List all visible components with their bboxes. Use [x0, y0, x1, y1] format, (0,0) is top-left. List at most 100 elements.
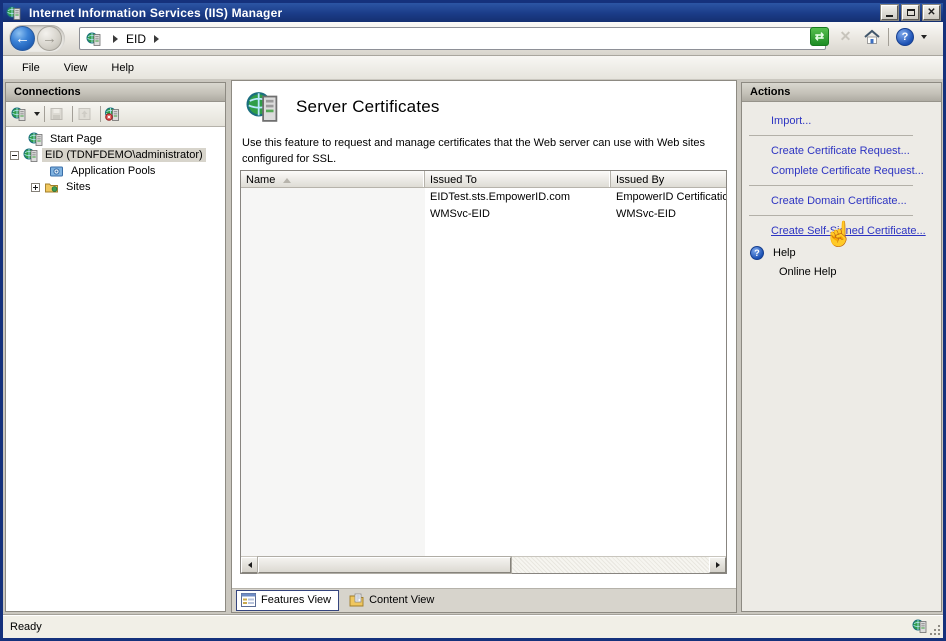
forward-button: →: [37, 26, 62, 51]
column-header-issued-by[interactable]: Issued By: [611, 171, 726, 187]
actions-body: Import... Create Certificate Request... …: [742, 102, 941, 611]
list-header: Name Issued To Issued By: [241, 171, 726, 188]
connections-toolbar: [6, 102, 225, 127]
action-help[interactable]: Help: [773, 247, 796, 259]
toolbar-separator: [100, 106, 101, 122]
application-pools-icon: [49, 164, 64, 178]
toolbar-separator: [888, 28, 889, 46]
actions-panel: Actions Import... Create Certificate Req…: [741, 82, 942, 612]
breadcrumb-chevron-icon[interactable]: [154, 35, 159, 43]
connections-header: Connections: [6, 83, 225, 102]
actions-separator: [749, 135, 913, 136]
close-button[interactable]: ✕: [923, 5, 940, 20]
home-icon[interactable]: [862, 27, 881, 46]
statusbar: Ready: [3, 615, 943, 638]
stop-icon: ✕: [836, 27, 855, 46]
iis-manager-window: Internet Information Services (IIS) Mana…: [0, 0, 946, 641]
resize-grip[interactable]: [929, 624, 942, 637]
statusbar-right: [912, 619, 927, 633]
server-status-icon: [912, 619, 927, 633]
breadcrumb-bar[interactable]: EID: [79, 27, 826, 50]
breadcrumb-chevron-icon[interactable]: [113, 35, 118, 43]
connect-dropdown-icon[interactable]: [34, 112, 40, 116]
tree-item-label[interactable]: Sites: [63, 180, 93, 194]
scroll-left-button[interactable]: [241, 557, 258, 573]
features-view-icon: [241, 593, 256, 607]
tree-item-label[interactable]: EID (TDNFDEMO\administrator): [42, 148, 206, 162]
list-rows: EIDTest.sts.EmpowerID.com EmpowerID Cert…: [241, 188, 726, 556]
tab-label: Features View: [261, 594, 331, 606]
cell-issued-by: WMSvc-EID: [611, 208, 726, 220]
connections-tree: Start Page EID (TDNFDEMO\administrator) …: [6, 127, 225, 611]
feature-description: Use this feature to request and manage c…: [232, 122, 732, 168]
menu-view[interactable]: View: [53, 59, 99, 77]
expand-icon[interactable]: [31, 183, 40, 192]
tab-content-view[interactable]: Content View: [345, 591, 441, 610]
server-icon: [86, 32, 101, 46]
scrollbar-thumb[interactable]: [258, 557, 511, 573]
help-icon: ?: [750, 246, 764, 260]
toolbar-separator: [72, 106, 73, 122]
certificates-list: Name Issued To Issued By: [240, 170, 727, 574]
tree-item-sites[interactable]: Sites: [6, 179, 225, 195]
nav-button-group: ← →: [9, 25, 65, 52]
table-row[interactable]: WMSvc-EID WMSvc-EID: [241, 205, 726, 222]
column-label: Issued To: [430, 174, 477, 186]
tab-label: Content View: [369, 594, 434, 606]
scroll-right-button[interactable]: [709, 557, 726, 573]
iis-app-icon: [6, 6, 21, 20]
action-create-certificate-request[interactable]: Create Certificate Request...: [771, 145, 935, 157]
status-text: Ready: [10, 621, 42, 633]
disconnect-icon[interactable]: [105, 107, 120, 121]
action-create-domain-certificate[interactable]: Create Domain Certificate...: [771, 195, 935, 207]
table-row[interactable]: EIDTest.sts.EmpowerID.com EmpowerID Cert…: [241, 188, 726, 205]
tree-item-label[interactable]: Application Pools: [68, 164, 158, 178]
up-icon: [77, 107, 92, 121]
toolbar-separator: [44, 106, 45, 122]
sites-folder-icon: [44, 180, 59, 194]
actions-header: Actions: [742, 83, 941, 102]
column-header-name[interactable]: Name: [241, 171, 425, 187]
menu-help[interactable]: Help: [100, 59, 145, 77]
collapse-icon[interactable]: [10, 151, 19, 160]
tab-features-view[interactable]: Features View: [236, 590, 339, 611]
action-create-self-signed-certificate[interactable]: Create Self-Signed Certificate...: [771, 225, 935, 237]
minimize-button[interactable]: [881, 5, 898, 20]
tree-item-server[interactable]: EID (TDNFDEMO\administrator): [6, 147, 225, 163]
help-icon[interactable]: ?: [896, 28, 914, 46]
page-title: Server Certificates: [296, 97, 440, 117]
refresh-icon[interactable]: ⇄: [810, 27, 829, 46]
titlebar: Internet Information Services (IIS) Mana…: [3, 3, 943, 22]
scrollbar-track[interactable]: [511, 557, 709, 573]
help-dropdown-icon[interactable]: [921, 35, 927, 39]
connect-server-icon[interactable]: [11, 107, 26, 121]
tree-item-application-pools[interactable]: Application Pools: [6, 163, 225, 179]
window-title: Internet Information Services (IIS) Mana…: [29, 6, 877, 20]
server-certificates-icon: [246, 91, 278, 122]
feature-header: Server Certificates: [232, 81, 736, 122]
navigation-toolbar: ← → EID ⇄ ✕ ?: [3, 22, 943, 56]
help-row: ? Help: [750, 246, 935, 260]
column-header-issued-to[interactable]: Issued To: [425, 171, 611, 187]
cell-issued-to: EIDTest.sts.EmpowerID.com: [425, 191, 611, 203]
back-button[interactable]: ←: [10, 26, 35, 51]
breadcrumb-node[interactable]: EID: [126, 32, 146, 46]
cell-issued-to: WMSvc-EID: [425, 208, 611, 220]
column-label: Issued By: [616, 174, 664, 186]
action-complete-certificate-request[interactable]: Complete Certificate Request...: [771, 165, 935, 177]
server-icon: [23, 148, 38, 162]
cell-issued-by: EmpowerID Certification: [611, 191, 726, 203]
maximize-button[interactable]: [902, 5, 919, 20]
start-page-icon: [28, 132, 43, 146]
action-online-help[interactable]: Online Help: [779, 266, 935, 278]
save-icon: [49, 107, 64, 121]
content-view-icon: [349, 593, 364, 607]
menu-file[interactable]: File: [11, 59, 51, 77]
toolbar-right-icons: ⇄ ✕ ?: [810, 27, 927, 46]
sort-ascending-icon: [283, 178, 291, 183]
action-import[interactable]: Import...: [771, 115, 935, 127]
menubar: File View Help: [3, 56, 943, 79]
tree-item-label[interactable]: Start Page: [47, 132, 105, 146]
tree-item-start-page[interactable]: Start Page: [6, 131, 225, 147]
horizontal-scrollbar[interactable]: [241, 556, 726, 573]
